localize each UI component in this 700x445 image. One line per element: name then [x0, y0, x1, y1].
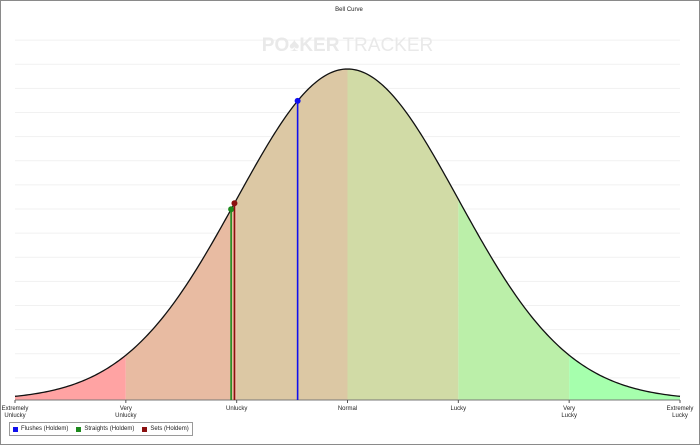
chart-legend: Flushes (Holdem) Straights (Holdem) Sets (… — [9, 422, 193, 436]
legend-swatch — [76, 426, 82, 432]
flushes-marker-dot — [294, 97, 301, 104]
x-tick-label: Very Unlucky — [115, 406, 136, 419]
legend-label: Straights (Holdem) — [84, 426, 135, 432]
legend-swatch — [142, 426, 148, 432]
legend-swatch — [13, 426, 18, 432]
watermark-text: PO♠KER TRACKER — [262, 35, 433, 56]
bell-curve-chart: PO♠KER TRACKER Extremely Unlucky Very Unlucky… — [2, 16, 694, 419]
sets-marker-dot — [231, 200, 238, 207]
legend-item: Straights (Holdem) — [76, 426, 134, 432]
x-tick-label: Normal — [338, 406, 357, 412]
legend-item: Sets (Holdem) — [142, 426, 189, 432]
legend-label: Sets (Holdem) — [150, 426, 189, 432]
x-tick-label: Extremely Lucky — [667, 406, 694, 419]
straights-marker-dot — [228, 206, 235, 213]
legend-item: Flushes (Holdem) — [13, 426, 68, 432]
x-tick-label: Lucky — [450, 406, 466, 412]
x-tick-label: Extremely Unlucky — [2, 406, 29, 419]
x-tick-label: Unlucky — [226, 406, 247, 412]
legend-label: Flushes (Holdem) — [21, 426, 69, 432]
x-tick-label: Very Lucky — [561, 406, 577, 419]
